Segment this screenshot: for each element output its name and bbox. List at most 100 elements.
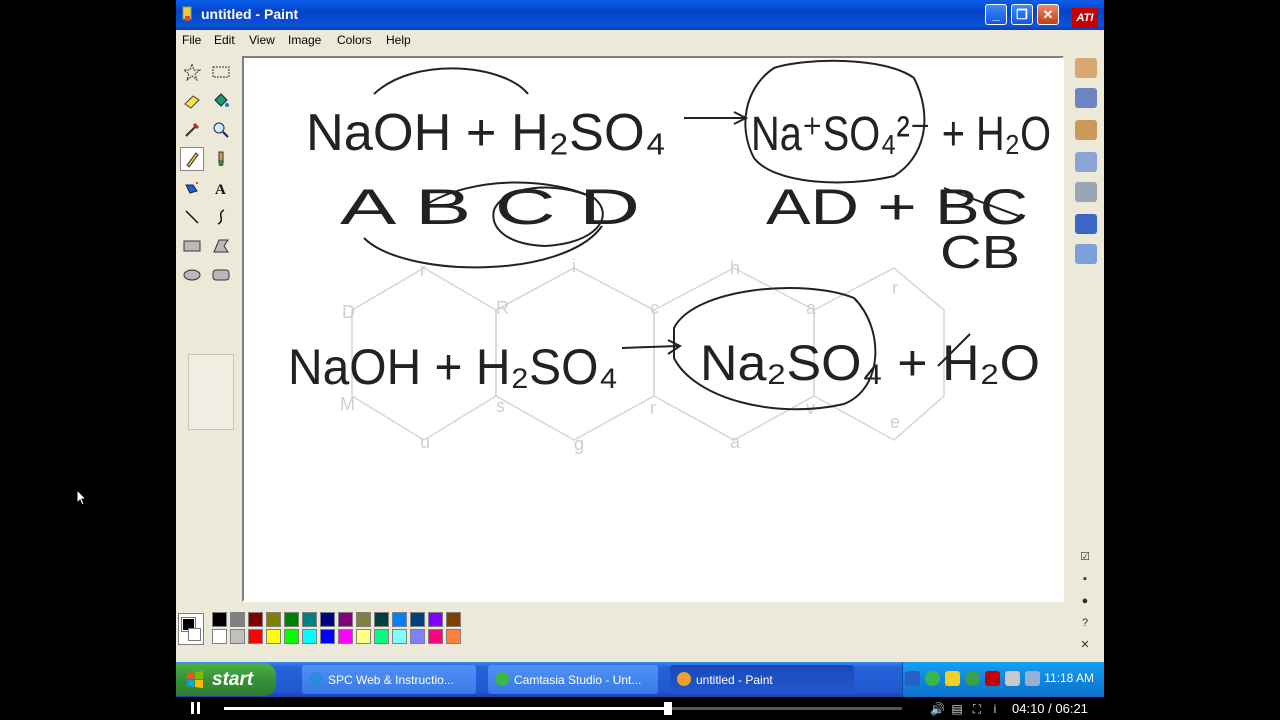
menu-image[interactable]: Image xyxy=(288,33,321,47)
color-swatch[interactable] xyxy=(248,612,263,627)
taskbar-button-paint[interactable]: untitled - Paint xyxy=(670,665,854,694)
tool-magnifier[interactable] xyxy=(209,118,233,142)
tray-network-icon[interactable] xyxy=(1005,671,1020,686)
tool-rectangle[interactable] xyxy=(180,234,204,258)
restore-button[interactable]: ❐ xyxy=(1011,4,1033,25)
color-swatch[interactable] xyxy=(338,629,353,644)
color-swatch[interactable] xyxy=(230,629,245,644)
color-swatch[interactable] xyxy=(356,612,371,627)
tray-camtasia-icon[interactable] xyxy=(925,671,940,686)
tool-free-select[interactable] xyxy=(180,60,204,84)
camera-icon[interactable] xyxy=(1075,244,1097,264)
color-swatch[interactable] xyxy=(374,612,389,627)
tray-expand-icon[interactable] xyxy=(905,671,920,686)
window-title: untitled - Paint xyxy=(201,6,299,22)
color-swatch[interactable] xyxy=(302,629,317,644)
tools-icon[interactable] xyxy=(1075,120,1097,140)
help-icon[interactable]: ? xyxy=(1078,616,1092,630)
tool-curve[interactable] xyxy=(209,205,233,229)
checkbox-icon[interactable]: ☑ xyxy=(1078,550,1092,564)
seek-handle[interactable] xyxy=(664,702,673,715)
watermark-letter: D xyxy=(342,302,355,322)
color-swatch[interactable] xyxy=(428,629,443,644)
color-palette xyxy=(178,610,478,650)
monitor-icon[interactable] xyxy=(1075,88,1097,108)
minimize-button[interactable]: _ xyxy=(985,4,1007,25)
title-bar[interactable]: untitled - Paint _ ❐ ✕ ATI xyxy=(176,0,1104,30)
menu-view[interactable]: View xyxy=(249,33,275,47)
color-swatch[interactable] xyxy=(428,612,443,627)
menu-help[interactable]: Help xyxy=(386,33,411,47)
color-swatch[interactable] xyxy=(410,629,425,644)
tool-airbrush[interactable] xyxy=(180,176,204,200)
record-icon[interactable]: ● xyxy=(1078,594,1092,608)
color-swatch[interactable] xyxy=(392,629,407,644)
tool-fill[interactable] xyxy=(209,89,233,113)
color-swatch[interactable] xyxy=(356,629,371,644)
toc-icon[interactable]: ▤ xyxy=(950,702,964,716)
menu-edit[interactable]: Edit xyxy=(214,33,235,47)
color-swatch[interactable] xyxy=(374,629,389,644)
color-swatch[interactable] xyxy=(284,612,299,627)
watermark-letter: R xyxy=(496,298,509,318)
menu-file[interactable]: File xyxy=(182,33,201,47)
info-icon[interactable]: i xyxy=(988,702,1002,716)
tray-security-icon[interactable] xyxy=(965,671,980,686)
tool-brush[interactable] xyxy=(209,147,233,171)
tool-pencil[interactable] xyxy=(180,147,204,171)
start-button[interactable]: start xyxy=(176,663,276,696)
menu-colors[interactable]: Colors xyxy=(337,33,372,47)
color-swatch[interactable] xyxy=(302,612,317,627)
settings-icon[interactable] xyxy=(1075,182,1097,202)
tool-text[interactable]: A xyxy=(209,176,233,200)
color-swatch[interactable] xyxy=(248,629,263,644)
desktop-screen: untitled - Paint _ ❐ ✕ ATI File Edit Vie… xyxy=(176,0,1104,697)
display-icon[interactable] xyxy=(1075,214,1097,234)
taskbar-button-spc-web[interactable]: SPC Web & Instructio... xyxy=(302,665,476,694)
tray-warning-icon[interactable] xyxy=(945,671,960,686)
tray-volume-icon[interactable] xyxy=(1025,671,1040,686)
color-swatch[interactable] xyxy=(266,612,281,627)
color-swatch[interactable] xyxy=(320,612,335,627)
close-button[interactable]: ✕ xyxy=(1037,4,1059,25)
tool-options-box[interactable] xyxy=(188,354,234,430)
tool-ellipse[interactable] xyxy=(180,263,204,287)
fullscreen-icon[interactable]: ⛶ xyxy=(970,702,984,716)
current-colors[interactable] xyxy=(178,613,204,645)
color-swatch[interactable] xyxy=(320,629,335,644)
tool-polygon[interactable] xyxy=(209,234,233,258)
taskbar-button-camtasia[interactable]: Camtasia Studio - Unt... xyxy=(488,665,658,694)
tool-eraser[interactable] xyxy=(180,89,204,113)
rectangle-icon xyxy=(183,240,201,252)
color-swatch[interactable] xyxy=(338,612,353,627)
color-swatch[interactable] xyxy=(230,612,245,627)
tool-rounded-rect[interactable] xyxy=(209,263,233,287)
color-swatch[interactable] xyxy=(212,629,227,644)
watermark-letter: h xyxy=(730,258,740,278)
seek-progress xyxy=(224,707,669,710)
curve-icon xyxy=(217,209,225,225)
canvas-drawing: r i h D R c a r M s r v e u g a NaOH + H… xyxy=(288,59,1051,454)
color-swatch[interactable] xyxy=(410,612,425,627)
volume-icon[interactable]: 🔊 xyxy=(930,702,945,716)
ellipse-icon xyxy=(183,269,201,281)
save-icon[interactable]: ▪ xyxy=(1078,572,1092,586)
color-swatch[interactable] xyxy=(266,629,281,644)
color-swatch[interactable] xyxy=(212,612,227,627)
printer-icon[interactable] xyxy=(1075,58,1097,78)
tray-ati-icon[interactable] xyxy=(985,671,1000,686)
drawing-canvas[interactable]: r i h D R c a r M s r v e u g a NaOH + H… xyxy=(242,56,1064,602)
tool-rect-select[interactable] xyxy=(209,60,233,84)
color-swatch[interactable] xyxy=(446,629,461,644)
tool-color-picker[interactable] xyxy=(180,118,204,142)
color-swatch[interactable] xyxy=(284,629,299,644)
toolbox: A xyxy=(180,58,240,430)
pause-icon[interactable] xyxy=(190,702,202,714)
close-panel-icon[interactable]: ✕ xyxy=(1078,638,1092,652)
network-icon[interactable] xyxy=(1075,152,1097,172)
seek-bar[interactable] xyxy=(224,702,902,715)
color-swatch[interactable] xyxy=(392,612,407,627)
color-swatch[interactable] xyxy=(446,612,461,627)
color-picker-icon xyxy=(185,122,200,137)
tool-line[interactable] xyxy=(180,205,204,229)
